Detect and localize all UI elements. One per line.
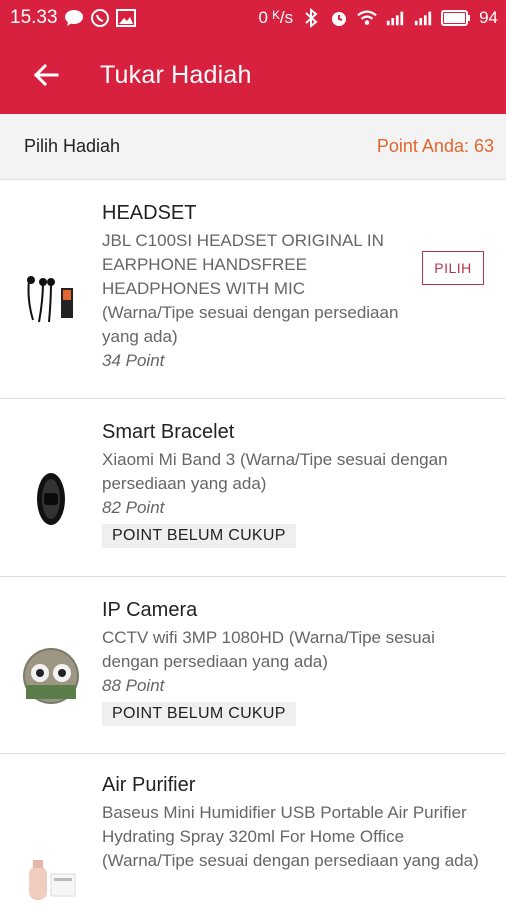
ip-camera-image-icon (23, 648, 79, 704)
wifi-icon (357, 9, 377, 27)
insufficient-points-badge: POINT BELUM CUKUP (102, 524, 296, 548)
reward-description: Xiaomi Mi Band 3 (Warna/Tipe sesuai deng… (102, 450, 448, 493)
status-time: 15.33 (10, 7, 58, 28)
air-purifier-image-icon (29, 860, 76, 900)
reward-name: Smart Bracelet (102, 421, 235, 443)
reward-description: Baseus Mini Humidifier USB Portable Air … (102, 803, 479, 870)
whatsapp-icon (90, 9, 110, 27)
status-bar: 15.33 0 ᴷ/s 94 (0, 0, 506, 36)
alarm-icon (329, 9, 349, 27)
bluetooth-icon (301, 8, 321, 28)
arrow-left-icon (33, 63, 59, 87)
pilih-button[interactable]: PILIH (422, 251, 484, 285)
image-icon (115, 9, 136, 27)
message-icon (64, 9, 84, 27)
reward-points: 34 Point (102, 351, 165, 370)
page-title: Tukar Hadiah (100, 60, 252, 89)
back-button[interactable] (20, 49, 72, 101)
headset-thumbnail (0, 202, 102, 398)
reward-description: JBL C100SI HEADSET ORIGINAL IN EARPHONE … (102, 231, 399, 346)
point-balance: Point Anda: 63 (376, 136, 494, 156)
reward-name: HEADSET (102, 202, 197, 224)
headset-image-icon (27, 276, 73, 323)
bracelet-thumbnail (0, 421, 102, 576)
camera-thumbnail (0, 599, 102, 753)
signal-icon (413, 9, 433, 27)
reward-item-ip-camera[interactable]: IP Camera CCTV wifi 3MP 1080HD (Warna/Ti… (0, 577, 506, 754)
insufficient-points-badge: POINT BELUM CUKUP (102, 702, 296, 726)
smart-bracelet-image-icon (37, 472, 65, 525)
reward-item-headset[interactable]: HEADSET JBL C100SI HEADSET ORIGINAL IN E… (0, 180, 506, 399)
reward-name: IP Camera (102, 599, 198, 621)
app-bar: Tukar Hadiah (0, 36, 506, 114)
net-speed: 0 ᴷ/s (258, 8, 294, 27)
purifier-thumbnail (0, 774, 102, 914)
reward-points: 82 Point (102, 498, 165, 517)
subheader: Pilih Hadiah Point Anda: 63 (0, 114, 506, 180)
battery-icon (441, 9, 471, 27)
reward-item-air-purifier[interactable]: Air Purifier Baseus Mini Humidifier USB … (0, 754, 506, 914)
reward-description: CCTV wifi 3MP 1080HD (Warna/Tipe sesuai … (102, 628, 435, 671)
reward-list: HEADSET JBL C100SI HEADSET ORIGINAL IN E… (0, 180, 506, 914)
reward-name: Air Purifier (102, 774, 196, 796)
reward-item-smart-bracelet[interactable]: Smart Bracelet Xiaomi Mi Band 3 (Warna/T… (0, 399, 506, 577)
pilih-hadiah-label: Pilih Hadiah (24, 136, 121, 156)
battery-level: 94 (479, 8, 498, 27)
reward-points: 88 Point (102, 676, 165, 695)
signal-4g-icon (385, 9, 405, 27)
